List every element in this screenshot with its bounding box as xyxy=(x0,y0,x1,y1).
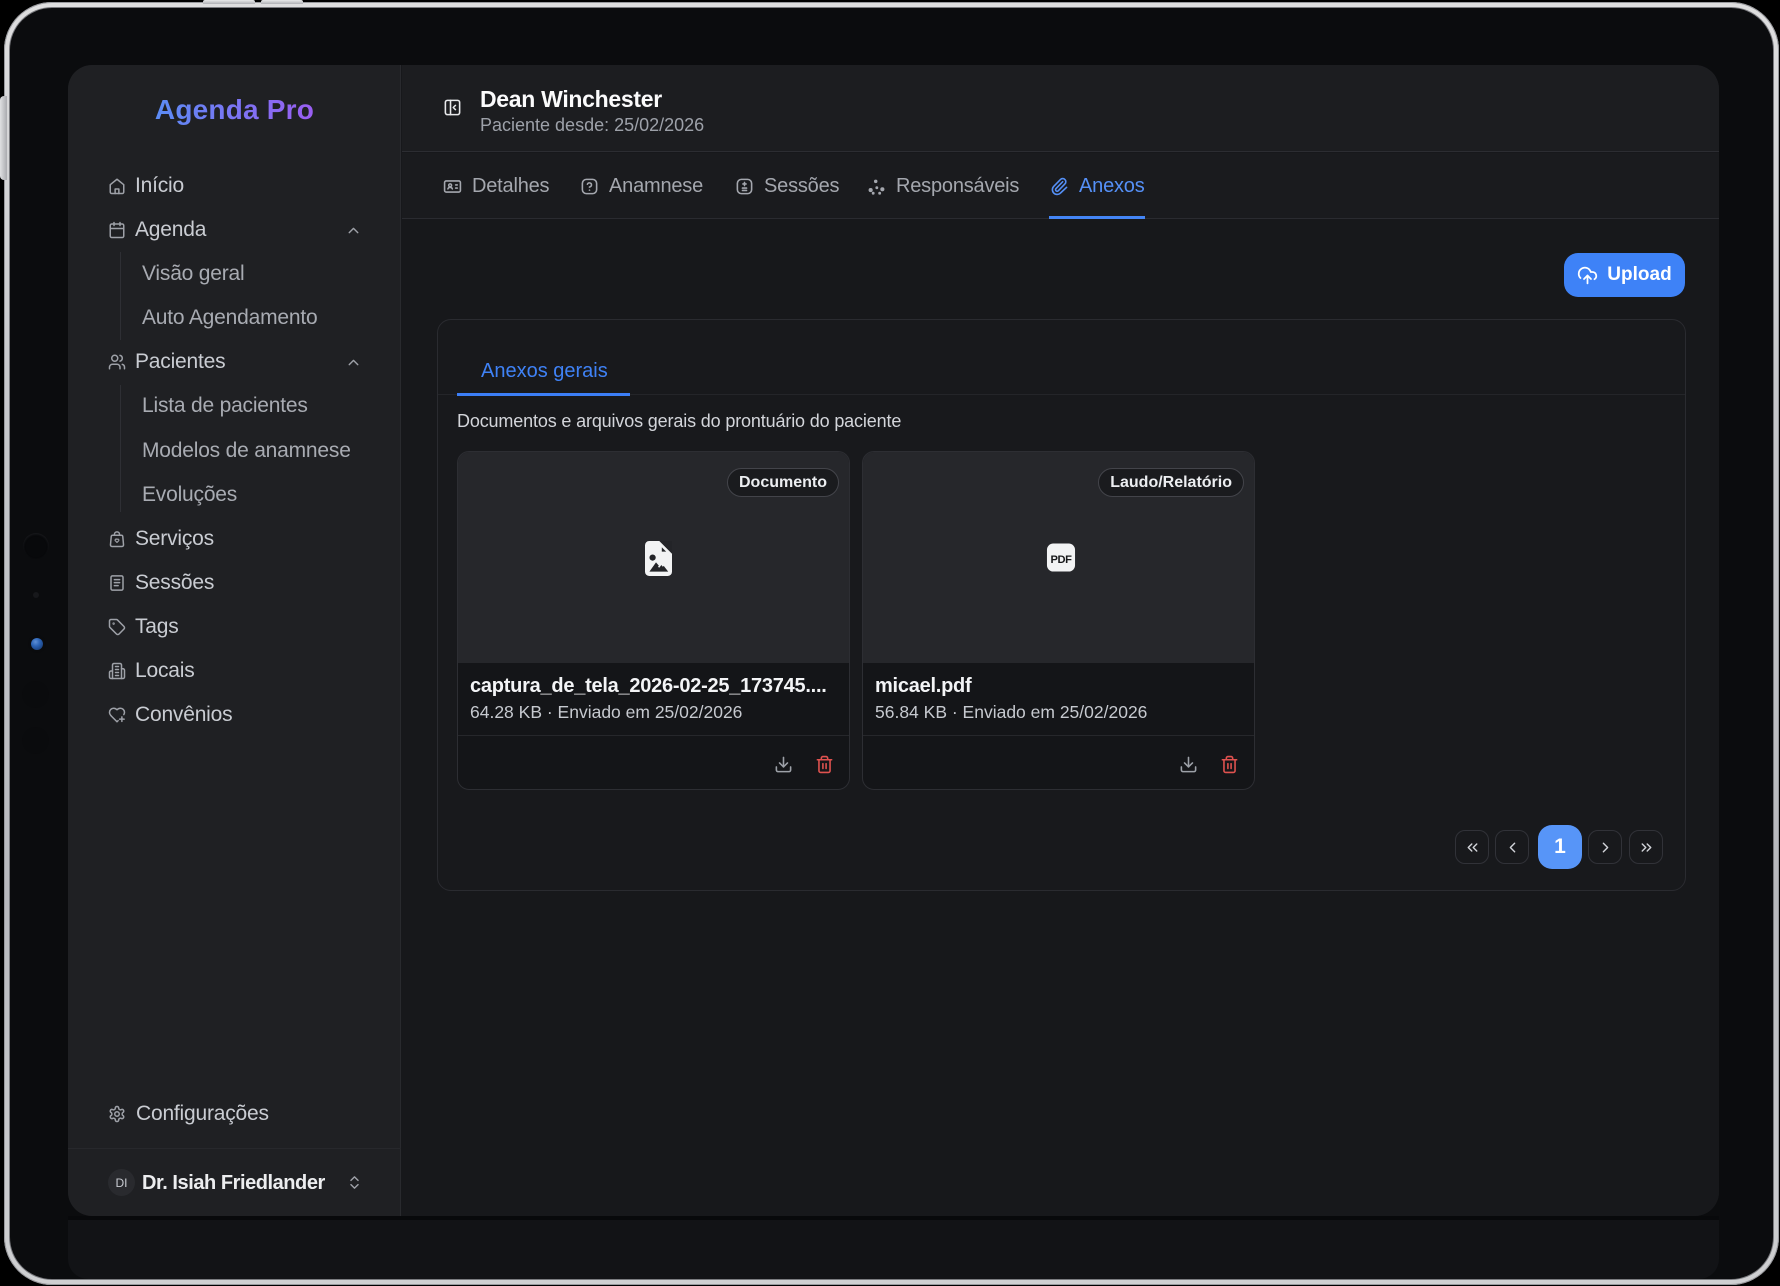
svg-text:PDF: PDF xyxy=(1050,554,1072,566)
